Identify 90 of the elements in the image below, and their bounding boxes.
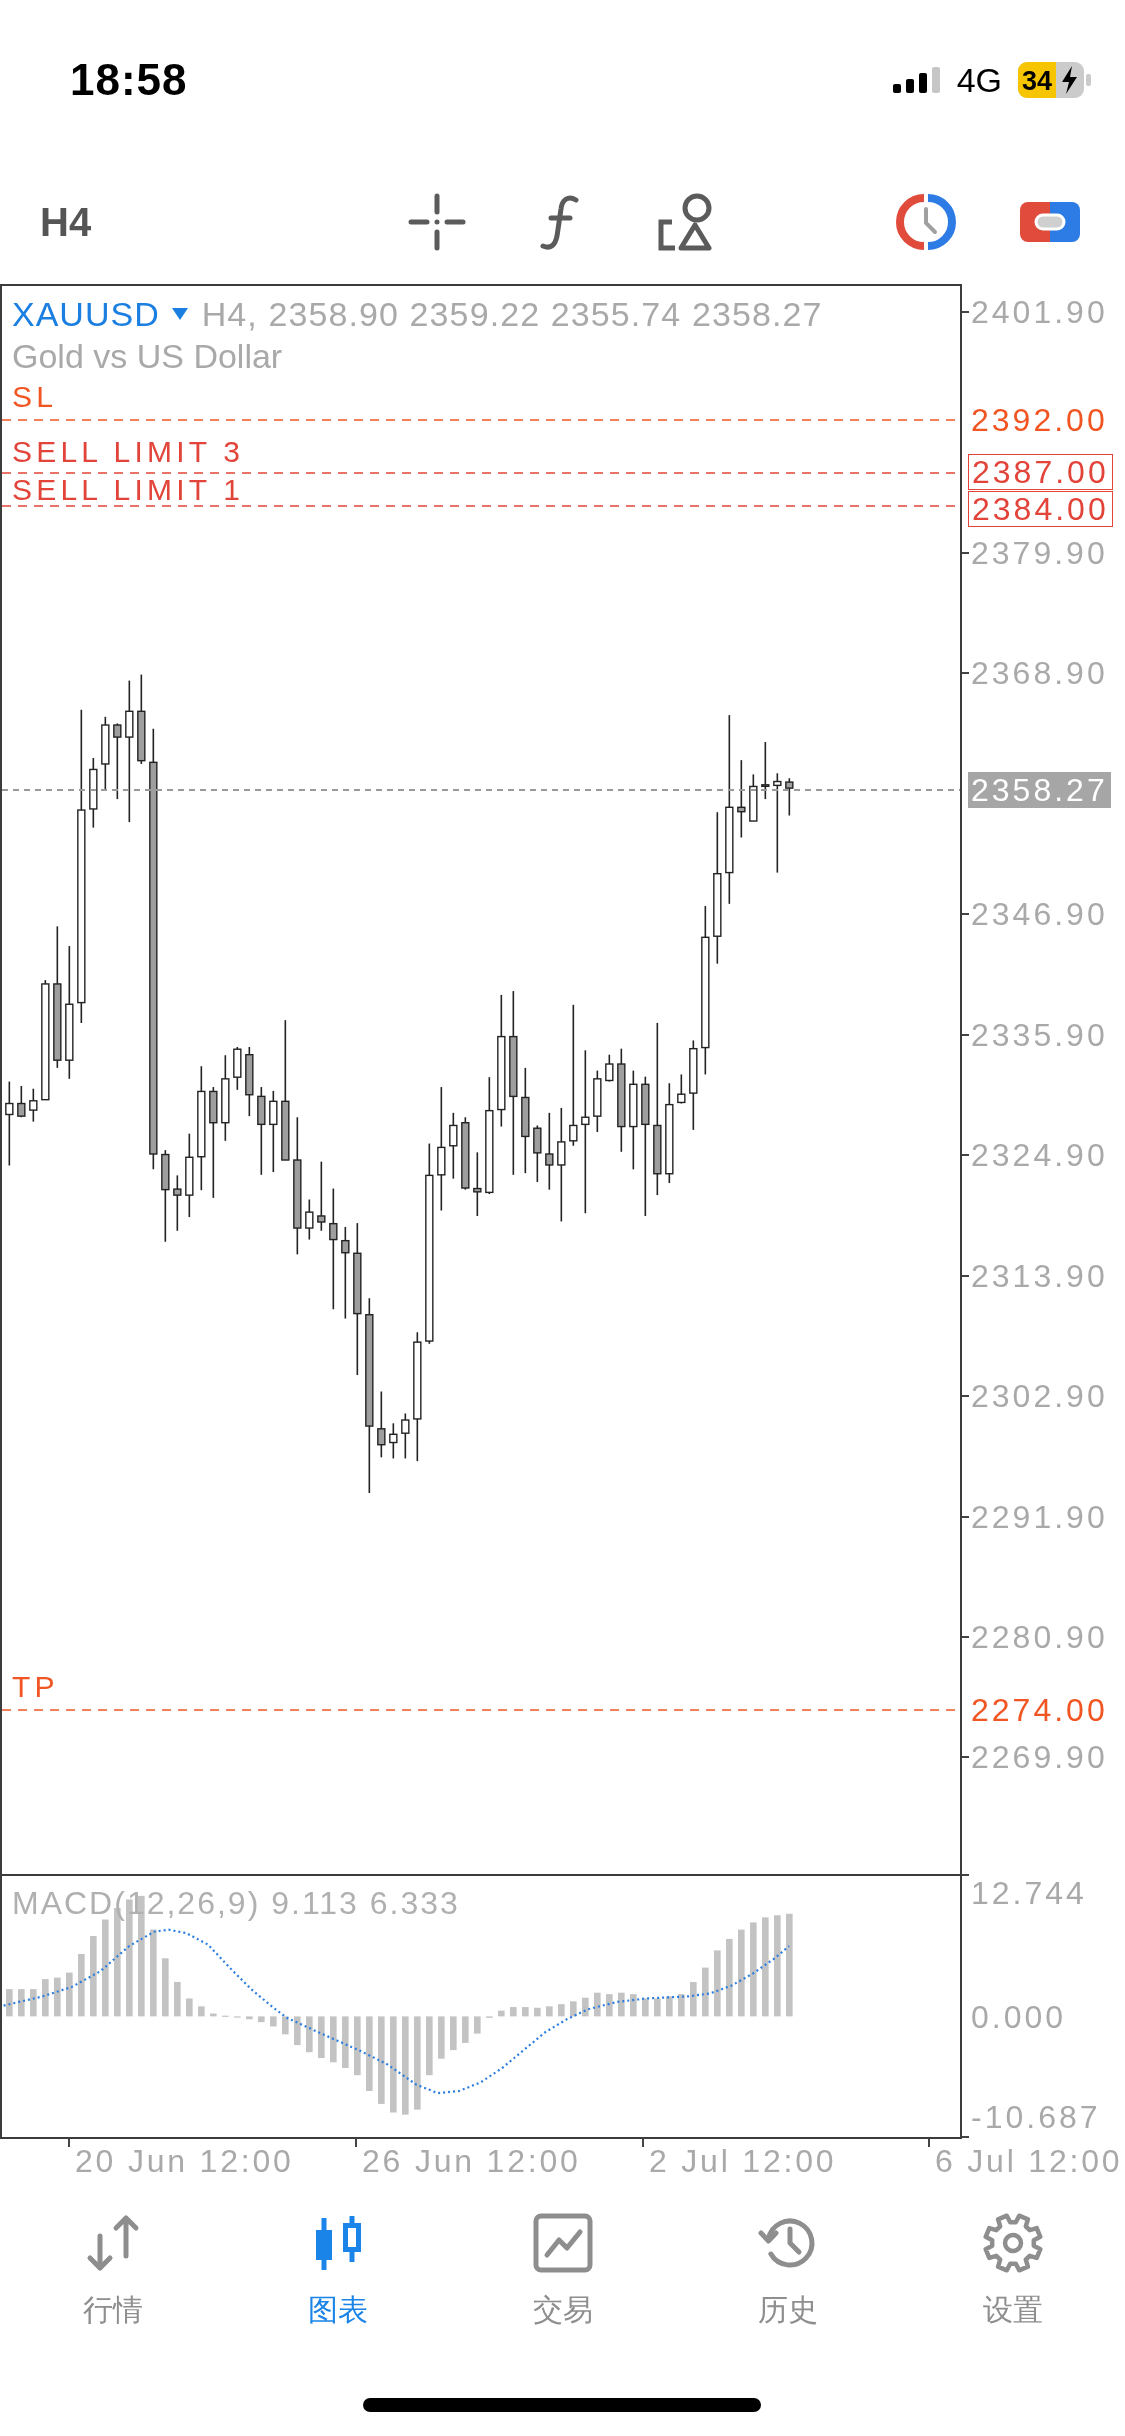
histogram-bar: [702, 1967, 709, 2017]
price-axis-label: 2269.90: [970, 1739, 1109, 1776]
line-chart-icon: [531, 2212, 594, 2274]
histogram-bar: [426, 2016, 433, 2076]
battery-percent: 34: [1022, 66, 1053, 96]
histogram-bar: [558, 2004, 565, 2017]
time-axis-label: 2 Jul 12:00: [649, 2142, 837, 2181]
histogram-bar: [66, 1972, 73, 2017]
histogram-bar: [642, 1998, 649, 2017]
histogram-bar: [594, 1992, 601, 2017]
order-label: TP: [12, 1671, 59, 1703]
signal-icon: [892, 67, 941, 93]
histogram-bar: [678, 1994, 685, 2017]
tab[interactable]: 图表: [225, 2195, 450, 2360]
price-axis-label: 2291.90: [970, 1498, 1109, 1535]
caret-icon[interactable]: [171, 308, 188, 320]
histogram-bar: [6, 1989, 13, 2017]
price-axis-label: 2335.90: [970, 1016, 1109, 1053]
histogram-bar: [258, 2016, 265, 2023]
histogram-bar: [570, 2001, 577, 2017]
histogram-bar: [450, 2016, 457, 2051]
histogram-bar: [42, 1979, 49, 2017]
histogram-bar: [306, 2016, 313, 2053]
histogram-bar: [78, 1953, 85, 2017]
histogram-bar: [474, 2016, 481, 2034]
order-label: SL: [12, 381, 58, 413]
histogram-bar: [354, 2016, 361, 2076]
symbol-description: Gold vs US Dollar: [12, 336, 284, 377]
order-label: SELL LIMIT 1: [12, 474, 245, 506]
histogram-bar: [270, 2016, 277, 2027]
histogram-bar: [18, 1989, 25, 2017]
price-axis-label: 2280.90: [970, 1618, 1109, 1655]
histogram-bar: [462, 2016, 469, 2043]
order-price-label: 2384.00: [968, 491, 1113, 527]
order-price-label: 2274.00: [970, 1692, 1109, 1728]
histogram-bar: [186, 1998, 193, 2017]
price-axis-label: 2379.90: [970, 534, 1109, 571]
histogram-bar: [498, 2010, 505, 2017]
macd-axis-label: 12.744: [970, 1875, 1088, 1911]
symbol-button[interactable]: XAUUSD: [12, 293, 160, 335]
price-axis-label: 2313.90: [970, 1257, 1109, 1294]
price-quote: H4, 2358.90 2359.22 2355.74 2358.27: [201, 294, 823, 335]
histogram-bar: [294, 2016, 301, 2046]
histogram-bar: [522, 2007, 529, 2017]
histogram-bar: [546, 2006, 553, 2017]
histogram-bar: [318, 2016, 325, 2058]
histogram-bar: [582, 1997, 589, 2017]
histogram-bar: [654, 1998, 661, 2017]
macd-axis-label: 0.000: [970, 1999, 1068, 2035]
histogram-bar: [630, 1994, 637, 2017]
tab[interactable]: 设置: [900, 2195, 1125, 2360]
battery-icon: [1018, 62, 1091, 98]
histogram-bar: [606, 1994, 613, 2017]
histogram-bar: [30, 1989, 37, 2017]
histogram-bar: [198, 2006, 205, 2017]
time-axis-label: 6 Jul 12:00: [935, 2142, 1123, 2181]
order-price-label: 2387.00: [968, 454, 1113, 490]
histogram-bar: [342, 2016, 349, 2069]
current-price-label: 2358.27: [968, 772, 1111, 808]
order-label: SELL LIMIT 3: [12, 436, 245, 468]
macd-axis-label: -10.687: [970, 2099, 1102, 2135]
network-type: 4G: [956, 63, 1002, 97]
histogram-bar: [54, 1977, 61, 2017]
histogram-bar: [438, 2016, 445, 2059]
tab[interactable]: 交易: [450, 2195, 675, 2360]
settings-icon: [981, 2212, 1044, 2274]
price-axis-label: 2401.90: [970, 294, 1109, 330]
histogram-bar: [210, 2013, 217, 2017]
price-axis-label: 2324.90: [970, 1137, 1109, 1174]
price-axis-label: 2302.90: [970, 1378, 1109, 1415]
time-axis-label: 20 Jun 12:00: [75, 2142, 294, 2181]
histogram-bar: [618, 1992, 625, 2017]
tab[interactable]: 行情: [0, 2195, 225, 2360]
histogram-bar: [246, 2016, 253, 2020]
histogram-bar: [510, 2007, 517, 2017]
order-price-label: 2392.00: [970, 402, 1109, 438]
timeframe-button[interactable]: H4: [40, 201, 92, 242]
histogram-bar: [690, 1981, 697, 2017]
time-axis-label: 26 Jun 12:00: [362, 2142, 581, 2181]
price-axis-label: 2346.90: [970, 896, 1109, 933]
price-axis-label: 2368.90: [970, 655, 1109, 692]
histogram-bar: [162, 1958, 169, 2017]
histogram-bar: [666, 1996, 673, 2017]
histogram-bar: [282, 2016, 289, 2035]
histogram-bar: [330, 2016, 337, 2063]
histogram-bar: [174, 1981, 181, 2017]
tab[interactable]: 历史: [675, 2195, 900, 2360]
status-time: 18:58: [70, 58, 188, 102]
histogram-bar: [714, 1950, 721, 2017]
histogram-bar: [534, 2007, 541, 2017]
